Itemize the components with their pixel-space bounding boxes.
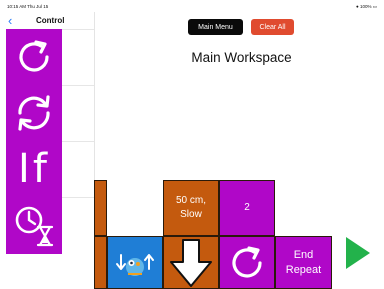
play-icon[interactable] bbox=[346, 237, 370, 269]
cycle-arrows-icon bbox=[18, 95, 50, 131]
move-forward-block[interactable] bbox=[163, 236, 219, 289]
if-label: If bbox=[18, 146, 50, 192]
sidebar-title: Control bbox=[36, 16, 65, 25]
repeat-arrow-icon bbox=[19, 40, 49, 72]
divider bbox=[62, 85, 94, 86]
palette-repeat-block[interactable] bbox=[6, 29, 62, 85]
end-repeat-block[interactable]: End Repeat bbox=[275, 236, 332, 289]
workspace-title: Main Workspace bbox=[191, 50, 292, 65]
status-time-date: 10:15 AM Thu Jul 15 bbox=[7, 4, 49, 9]
block-palette: If bbox=[6, 29, 62, 254]
repeat-count-parameter[interactable]: 2 bbox=[219, 180, 275, 236]
palette-repeat-forever-block[interactable] bbox=[6, 85, 62, 141]
clear-all-button[interactable]: Clear All bbox=[251, 19, 294, 35]
robot-sensor-icon bbox=[116, 253, 154, 276]
chevron-left-icon[interactable]: ‹ bbox=[8, 14, 12, 27]
repeat-arrow-icon bbox=[232, 245, 262, 278]
clock-hourglass-icon bbox=[15, 206, 54, 247]
divider bbox=[62, 29, 94, 30]
main-menu-button[interactable]: Main Menu bbox=[188, 19, 243, 35]
palette-wait-block[interactable] bbox=[6, 197, 62, 253]
start-sensor-block[interactable] bbox=[107, 236, 163, 289]
hidden-block-bottom bbox=[94, 236, 107, 289]
divider bbox=[62, 197, 94, 198]
hidden-block-top bbox=[94, 180, 107, 236]
palette-if-block[interactable]: If bbox=[6, 141, 62, 197]
divider bbox=[62, 141, 94, 142]
status-battery: ● 100% ▭ bbox=[356, 4, 377, 9]
distance-speed-parameter[interactable]: 50 cm, Slow bbox=[163, 180, 219, 236]
repeat-block[interactable] bbox=[219, 236, 275, 289]
down-arrow-icon bbox=[170, 238, 212, 287]
